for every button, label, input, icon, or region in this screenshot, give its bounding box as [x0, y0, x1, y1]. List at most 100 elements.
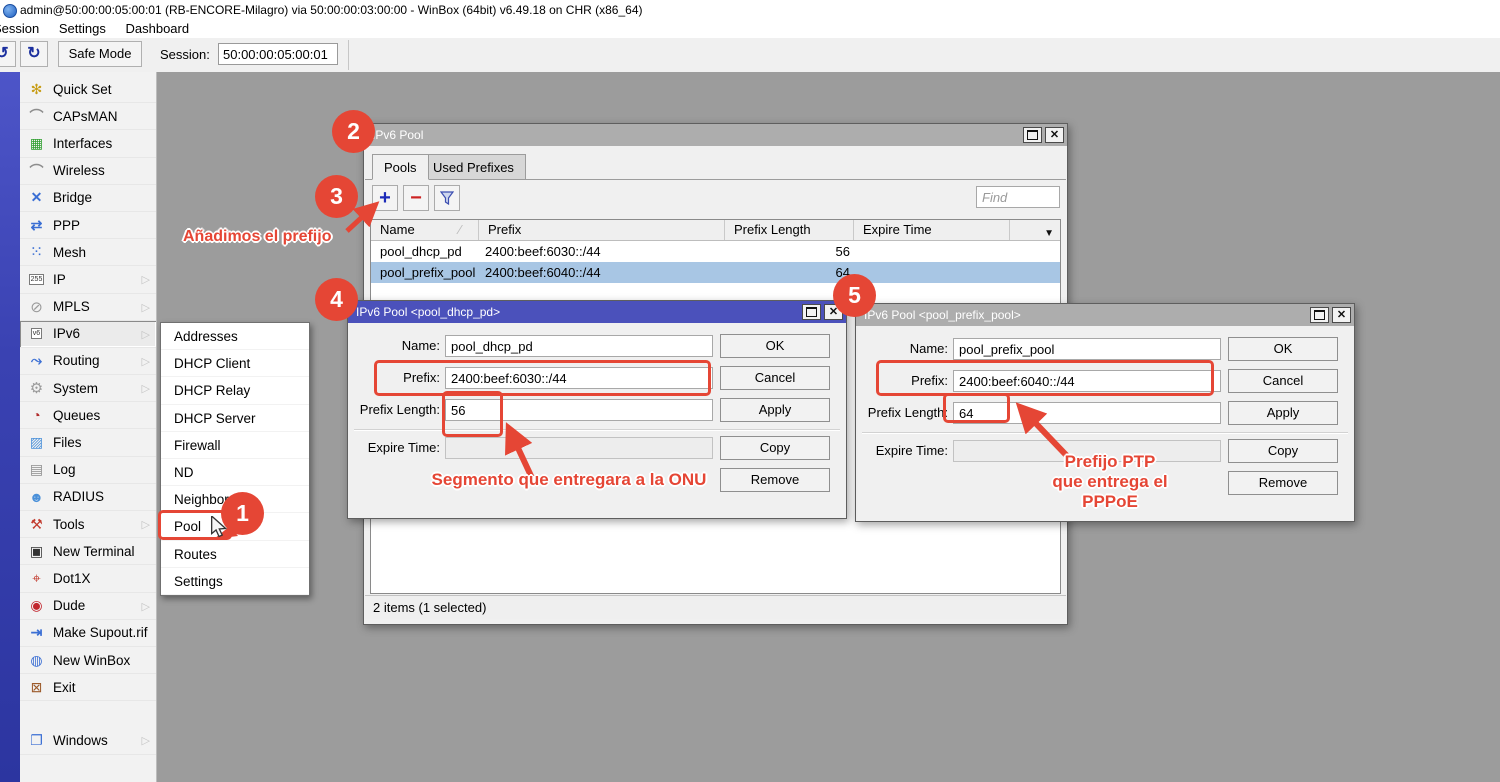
table-row-selected[interactable]: pool_prefix_pool 2400:beef:6040::/44 64 — [371, 262, 1060, 283]
sidebar-item-make-supout[interactable]: Make Supout.rif — [20, 620, 156, 647]
sidebar-item-capsman[interactable]: CAPsMAN — [20, 103, 156, 130]
menu-dashboard[interactable]: Dashboard — [125, 20, 189, 38]
sidebar-item-exit[interactable]: Exit — [20, 674, 156, 701]
expire-time-field[interactable] — [445, 437, 713, 459]
sidebar-item-dot1x[interactable]: Dot1X — [20, 565, 156, 592]
add-pool-button[interactable] — [372, 185, 398, 211]
remove-button[interactable]: Remove — [720, 468, 830, 492]
submenu-item-addresses[interactable]: Addresses — [161, 323, 309, 350]
column-header-prefix-length[interactable]: Prefix Length — [725, 220, 854, 240]
name-label: Name: — [352, 335, 440, 357]
session-label: Session: — [160, 38, 210, 72]
log-icon — [27, 461, 46, 479]
app-titlebar[interactable]: admin@50:00:00:05:00:01 (RB-ENCORE-Milag… — [0, 0, 1500, 20]
safe-mode-button[interactable]: Safe Mode — [58, 41, 142, 67]
apply-button[interactable]: Apply — [720, 398, 830, 422]
tab-pools[interactable]: Pools — [372, 154, 429, 180]
prefix-length-label: Prefix Length: — [860, 402, 948, 424]
annotation-ptp-prefix: Prefijo PTP que entrega el PPPoE — [1037, 452, 1183, 512]
restore-window-icon[interactable] — [802, 304, 821, 320]
table-row[interactable]: pool_dhcp_pd 2400:beef:6030::/44 56 — [371, 241, 1060, 262]
sidebar-item-wireless[interactable]: Wireless — [20, 158, 156, 185]
redo-icon[interactable] — [20, 41, 48, 67]
column-header-name[interactable]: Name — [371, 220, 479, 240]
annotation-onu-segment: Segmento que entregara a la ONU — [413, 470, 725, 490]
terminal-icon — [27, 542, 46, 560]
column-header-prefix[interactable]: Prefix — [479, 220, 725, 240]
ok-button[interactable]: OK — [1228, 337, 1338, 361]
funnel-icon — [440, 191, 454, 205]
copy-button[interactable]: Copy — [1228, 439, 1338, 463]
filter-icon[interactable] — [434, 185, 460, 211]
highlight-rect-ptp-prefix-length — [943, 393, 1010, 423]
sidebar-item-new-terminal[interactable]: New Terminal — [20, 538, 156, 565]
submenu-item-routes[interactable]: Routes — [161, 541, 309, 568]
dialog-titlebar[interactable]: IPv6 Pool <pool_prefix_pool> — [856, 304, 1354, 326]
undo-icon[interactable] — [0, 41, 16, 67]
tab-baseline — [365, 179, 1066, 180]
step-badge-3: 3 — [315, 175, 358, 218]
restore-window-icon[interactable] — [1310, 307, 1329, 323]
dialog-titlebar[interactable]: IPv6 Pool <pool_dhcp_pd> — [348, 301, 846, 323]
toolbar-separator — [348, 40, 349, 70]
cancel-button[interactable]: Cancel — [1228, 369, 1338, 393]
windows-icon — [27, 731, 46, 749]
find-input[interactable] — [976, 186, 1060, 208]
highlight-rect-dhcp-prefix-length — [442, 391, 503, 437]
table-header: Name Prefix Prefix Length Expire Time — [371, 220, 1060, 241]
submenu-item-dhcp-server[interactable]: DHCP Server — [161, 405, 309, 432]
submenu-arrow-icon — [142, 518, 150, 531]
apply-button[interactable]: Apply — [1228, 401, 1338, 425]
menu-session[interactable]: Session — [0, 20, 39, 38]
ipv6-pool-window-titlebar[interactable]: IPv6 Pool — [364, 124, 1067, 146]
submenu-item-firewall[interactable]: Firewall — [161, 432, 309, 459]
sidebar-item-dude[interactable]: Dude — [20, 593, 156, 620]
close-icon[interactable] — [1332, 307, 1351, 323]
remove-button[interactable]: Remove — [1228, 471, 1338, 495]
restore-window-icon[interactable] — [1023, 127, 1042, 143]
name-field[interactable] — [953, 338, 1221, 360]
session-input[interactable] — [218, 43, 338, 65]
submenu-arrow-icon — [142, 382, 150, 395]
sidebar-item-mpls[interactable]: MPLS — [20, 294, 156, 321]
sidebar-item-interfaces[interactable]: Interfaces — [20, 130, 156, 157]
sidebar-item-radius[interactable]: RADIUS — [20, 484, 156, 511]
column-header-expire-time[interactable]: Expire Time — [854, 220, 1010, 240]
sidebar-item-mesh[interactable]: Mesh — [20, 239, 156, 266]
sidebar-item-system[interactable]: System — [20, 375, 156, 402]
ok-button[interactable]: OK — [720, 334, 830, 358]
sidebar-accent-strip — [0, 72, 20, 782]
main-menu-sidebar: Quick Set CAPsMAN Interfaces Wireless Br… — [20, 72, 157, 782]
sidebar-item-ipv6[interactable]: v6IPv6 — [20, 321, 156, 348]
column-header-extra[interactable] — [1010, 220, 1060, 240]
menu-settings[interactable]: Settings — [59, 20, 106, 38]
sidebar-item-quick-set[interactable]: Quick Set — [20, 76, 156, 103]
cancel-button[interactable]: Cancel — [720, 366, 830, 390]
sidebar-item-log[interactable]: Log — [20, 457, 156, 484]
tab-used-prefixes[interactable]: Used Prefixes — [421, 154, 526, 180]
expire-time-label: Expire Time: — [860, 440, 948, 462]
sidebar-item-queues[interactable]: Queues — [20, 402, 156, 429]
submenu-item-nd[interactable]: ND — [161, 459, 309, 486]
sidebar-item-new-winbox[interactable]: New WinBox — [20, 647, 156, 674]
sort-icon — [459, 220, 461, 239]
sidebar-item-windows[interactable]: Windows — [20, 727, 156, 754]
submenu-item-dhcp-client[interactable]: DHCP Client — [161, 350, 309, 377]
sidebar-item-tools[interactable]: Tools — [20, 511, 156, 538]
window-title: IPv6 Pool — [372, 128, 423, 142]
close-icon[interactable] — [1045, 127, 1064, 143]
gear-icon — [27, 379, 46, 397]
submenu-item-dhcp-relay[interactable]: DHCP Relay — [161, 377, 309, 404]
routing-icon — [27, 352, 46, 370]
sidebar-item-bridge[interactable]: Bridge — [20, 185, 156, 212]
sidebar-item-ip[interactable]: 255IP — [20, 266, 156, 293]
sidebar-item-routing[interactable]: Routing — [20, 348, 156, 375]
remove-pool-button[interactable] — [403, 185, 429, 211]
submenu-item-settings[interactable]: Settings — [161, 568, 309, 595]
bridge-icon — [27, 189, 46, 207]
name-field[interactable] — [445, 335, 713, 357]
dot1x-icon — [27, 569, 46, 587]
copy-button[interactable]: Copy — [720, 436, 830, 460]
sidebar-item-files[interactable]: Files — [20, 429, 156, 456]
sidebar-item-ppp[interactable]: PPP — [20, 212, 156, 239]
